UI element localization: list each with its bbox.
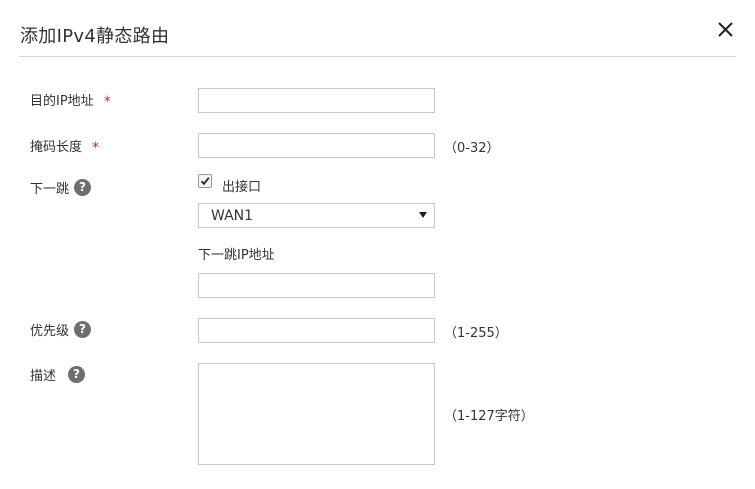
priority-input[interactable] — [198, 318, 435, 343]
mask-length-hint: （0-32） — [444, 141, 500, 156]
header-divider — [19, 56, 736, 57]
outbound-interface-label: 出接口 — [222, 180, 262, 195]
checkmark-icon — [200, 177, 210, 186]
next-hop-ip-input[interactable] — [198, 273, 435, 298]
mask-length-input[interactable] — [198, 133, 435, 158]
interface-select-value: WAN1 — [211, 208, 254, 224]
next-hop-label: 下一跳 — [30, 182, 70, 197]
outbound-interface-checkbox[interactable] — [198, 174, 212, 188]
description-label-row: 描述 ? — [30, 365, 86, 384]
priority-hint: （1-255） — [444, 326, 508, 341]
description-hint: （1-127字符） — [444, 409, 534, 424]
mask-length-label: 掩码长度 — [30, 140, 83, 155]
interface-select[interactable]: WAN1 — [198, 203, 435, 228]
next-hop-ip-label: 下一跳IP地址 — [198, 248, 275, 263]
mask-length-label-row: 掩码长度 * — [30, 136, 100, 156]
next-hop-label-row: 下一跳 ? — [30, 178, 92, 197]
question-icon[interactable]: ? — [68, 366, 86, 383]
question-icon[interactable]: ? — [74, 321, 92, 338]
dest-ip-label: 目的IP地址 — [30, 94, 94, 109]
close-button[interactable] — [714, 18, 738, 42]
dest-ip-input[interactable] — [198, 88, 435, 113]
close-icon[interactable] — [714, 18, 738, 42]
description-textarea[interactable] — [198, 363, 435, 465]
dropdown-arrow-icon — [419, 212, 427, 218]
description-label: 描述 — [30, 369, 57, 384]
priority-label: 优先级 — [30, 324, 70, 339]
dialog-title: 添加IPv4静态路由 — [20, 26, 170, 47]
priority-label-row: 优先级 ? — [30, 320, 92, 339]
required-mark: * — [92, 139, 100, 156]
dest-ip-label-row: 目的IP地址 * — [30, 90, 111, 110]
required-mark: * — [103, 93, 111, 110]
question-icon[interactable]: ? — [74, 179, 92, 196]
